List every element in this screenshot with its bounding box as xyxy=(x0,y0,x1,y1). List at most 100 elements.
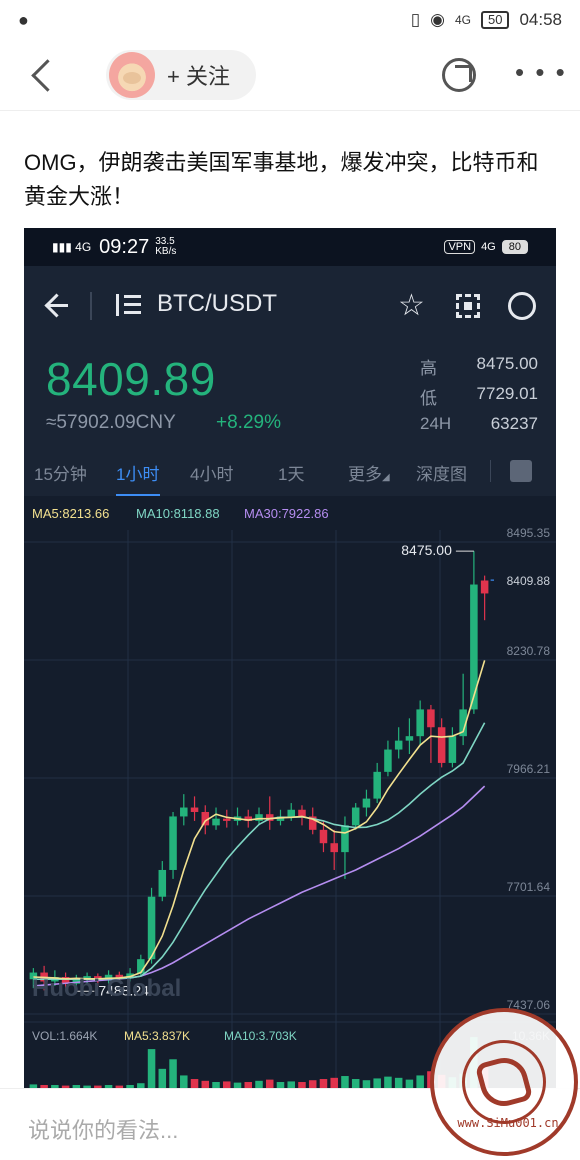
vpn-badge: VPN xyxy=(444,240,476,254)
candle-body xyxy=(394,740,403,750)
cny-price: ≈57902.09CNY xyxy=(46,412,176,433)
high-marker-label: 8475.00 xyxy=(401,542,452,558)
tab-depth[interactable]: 深度图 xyxy=(416,460,467,485)
candle-body xyxy=(287,809,295,817)
candle-body xyxy=(212,818,220,826)
vol-ma5-label: MA5:3.837K xyxy=(124,1029,190,1043)
eye-icon: ◉ xyxy=(430,10,445,29)
low-label: 低 xyxy=(420,389,437,408)
message-icon: ● xyxy=(18,9,29,30)
candle-body xyxy=(319,829,328,844)
volume-24h-value: 63237 xyxy=(490,414,538,433)
candle-body xyxy=(437,727,446,763)
more-icon[interactable]: • • • xyxy=(515,59,567,85)
ma10-line xyxy=(33,722,486,981)
volume-bar xyxy=(255,1080,263,1088)
shot-status-right: VPN 4G 80 xyxy=(444,240,528,254)
follow-label: + 关注 xyxy=(167,64,230,89)
back-arrow-icon[interactable] xyxy=(44,288,70,324)
y-tick-label: 7701.64 xyxy=(507,880,551,894)
comment-input[interactable]: 说说你的看法... xyxy=(28,1113,178,1145)
nav-bar: + 关注 • • • xyxy=(0,40,580,110)
header-separator xyxy=(90,292,92,320)
stamp-url: www.SiMu001.cn xyxy=(457,1116,559,1130)
candle-body xyxy=(373,771,381,799)
kline-chart[interactable]: MA5:8213.66 MA10:8118.88 MA30:7922.86 84… xyxy=(24,496,556,1088)
candle-body xyxy=(180,807,188,817)
volume-bar xyxy=(394,1077,403,1088)
shot-time: 09:27 xyxy=(99,235,150,258)
vol-ma10-label: MA10:3.703K xyxy=(224,1029,297,1043)
volume-bar xyxy=(147,1049,156,1088)
volume-bar xyxy=(405,1079,414,1088)
follow-button[interactable]: + 关注 xyxy=(106,50,256,100)
volume-bar xyxy=(180,1075,188,1088)
candle-body xyxy=(341,825,349,853)
nav-divider xyxy=(0,110,580,111)
volume-bar xyxy=(287,1081,295,1088)
status-right: ▯ ◉ 4G 50 04:58 xyxy=(411,10,562,30)
candle-body xyxy=(190,807,199,812)
candle-body xyxy=(351,807,360,826)
volume-bar xyxy=(169,1059,177,1088)
last-price-label: 8409.88 xyxy=(507,574,551,588)
candle-body xyxy=(223,818,231,821)
volume-bar xyxy=(362,1080,371,1088)
volume-bar xyxy=(223,1081,231,1088)
shot-network: 4G xyxy=(481,241,496,253)
huobi-watermark: Huobi Global xyxy=(32,975,181,1002)
y-tick-label: 8230.78 xyxy=(507,644,551,658)
candle-body xyxy=(362,798,371,808)
embedded-screenshot[interactable]: ▮▮▮ 4G 09:27 33.5 KB/s VPN 4G 80 BTC/USD… xyxy=(24,228,556,1088)
candle-body xyxy=(158,869,167,897)
y-tick-label: 8495.35 xyxy=(507,526,551,540)
volume-bar xyxy=(373,1078,381,1088)
volume-24h-label: 24H xyxy=(420,414,452,433)
chart-settings-icon[interactable] xyxy=(510,460,532,482)
interval-tabs: 15分钟 1小时 4小时 1天 更多◢ 深度图 xyxy=(24,446,556,496)
volume-bar xyxy=(384,1076,392,1088)
candle-body xyxy=(169,816,177,870)
candle-body xyxy=(330,843,338,853)
share-icon[interactable] xyxy=(508,292,536,320)
tab-1h[interactable]: 1小时 xyxy=(116,460,159,485)
post-text: OMG，伊朗袭击美国军事基地，爆发冲突，比特币和黄金大涨！ xyxy=(24,150,539,209)
volume-bar xyxy=(190,1079,199,1088)
network-indicator: 4G xyxy=(454,13,471,27)
scan-icon[interactable] xyxy=(456,294,480,318)
candlestick-svg[interactable]: 8495.358230.787966.217701.647437.068475.… xyxy=(24,496,556,1088)
back-icon[interactable] xyxy=(28,58,58,92)
candle-body xyxy=(405,736,414,741)
volume-bar xyxy=(308,1080,317,1088)
volume-bar xyxy=(158,1068,167,1088)
candle-body xyxy=(298,809,306,817)
shot-signal: ▮▮▮ 4G xyxy=(52,240,92,254)
candle-body xyxy=(470,584,478,710)
tabs-separator xyxy=(490,460,491,482)
dropdown-icon: ◢ xyxy=(382,472,390,483)
vibrate-icon: ▯ xyxy=(410,10,421,29)
tab-1d[interactable]: 1天 xyxy=(278,460,304,485)
high-value: 8475.00 xyxy=(476,354,538,373)
watermark-stamp: www.SiMu001.cn xyxy=(430,1008,578,1156)
price-change: +8.29% xyxy=(216,412,281,433)
shot-speed: 33.5 KB/s xyxy=(155,236,177,257)
star-icon[interactable]: ☆ xyxy=(398,288,425,323)
volume-bar xyxy=(330,1077,338,1088)
current-price: 8409.89 xyxy=(46,353,216,405)
volume-bar xyxy=(351,1079,360,1088)
tab-15m[interactable]: 15分钟 xyxy=(34,460,87,485)
volume-bar xyxy=(265,1079,274,1088)
trading-header: BTC/USDT ☆ xyxy=(24,266,556,346)
tab-4h[interactable]: 4小时 xyxy=(190,460,233,485)
share-icon[interactable] xyxy=(442,58,476,92)
vol-label: VOL:1.664K xyxy=(32,1029,97,1043)
volume-bar xyxy=(416,1075,424,1088)
high-label: 高 xyxy=(420,359,437,378)
candle-body xyxy=(384,749,392,772)
tab-more[interactable]: 更多◢ xyxy=(348,460,390,485)
menu-icon[interactable] xyxy=(116,294,141,316)
shot-status-bar: ▮▮▮ 4G 09:27 33.5 KB/s VPN 4G 80 xyxy=(24,228,556,266)
trading-pair[interactable]: BTC/USDT xyxy=(157,290,277,318)
avatar[interactable] xyxy=(109,52,155,98)
